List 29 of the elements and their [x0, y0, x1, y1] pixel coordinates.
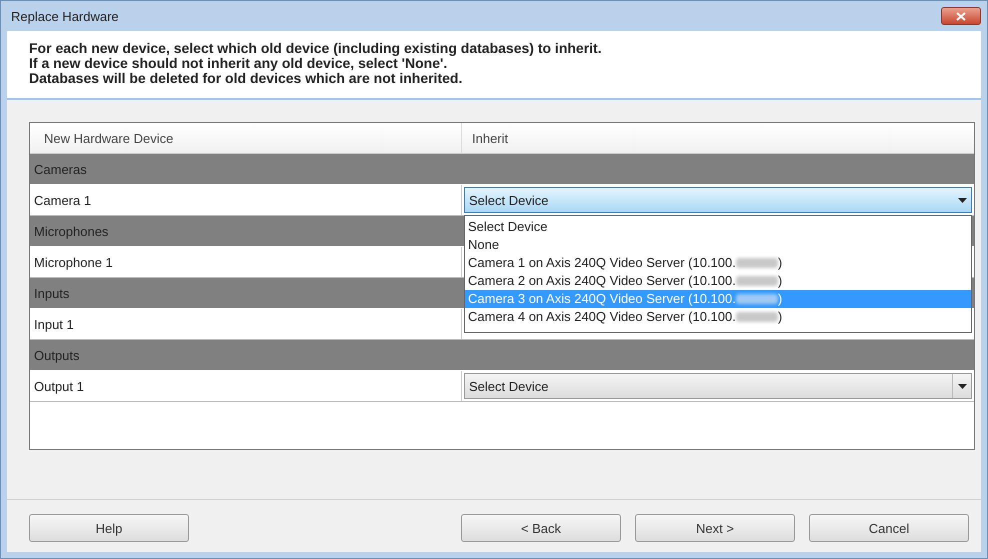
device-dropdown[interactable]: Select Device [464, 373, 972, 399]
table-cell: Microphone 1 [30, 247, 462, 277]
device-dropdown[interactable]: Select Device [464, 187, 972, 213]
table-cell: Input 1 [30, 309, 462, 339]
close-button[interactable] [941, 7, 981, 25]
close-icon [956, 12, 966, 20]
instruction-text: If a new device should not inherit any old device, select 'None'. [29, 56, 448, 71]
group-label: Microphones [34, 224, 108, 238]
help-button[interactable]: Help [29, 514, 189, 542]
group-label: Inputs [34, 286, 70, 300]
dropdown-option[interactable]: Camera 1 on Axis 240Q Video Server (10.100. ) [465, 254, 971, 272]
dropdown-option[interactable]: Camera 4 on Axis 240Q Video Server (10.100. ) [465, 308, 971, 326]
dropdown-option[interactable]: Camera 2 on Axis 240Q Video Server (10.100. ) [465, 272, 971, 290]
group-label: Outputs [34, 348, 80, 362]
instruction-text: Databases will be deleted for old devices which are not inherited. [29, 71, 464, 86]
dropdown-option[interactable]: None [465, 236, 971, 254]
column-header: New Hardware Device [30, 123, 462, 153]
instruction-text: For each new device, select which old device (including existing databases) to inherit. [29, 41, 603, 56]
caret-icon [958, 198, 966, 202]
dialog-button[interactable]: < Back [461, 514, 621, 542]
window-title: Replace Hardware [11, 8, 119, 24]
table-cell: Camera 1 [30, 185, 462, 215]
dialog-button[interactable]: Next > [635, 514, 795, 542]
caret-icon [958, 384, 966, 388]
dropdown-option[interactable]: Select Device [465, 218, 971, 236]
dialog-button[interactable]: Cancel [809, 514, 969, 542]
group-label: Cameras [34, 162, 87, 176]
table-cell: Output 1 [30, 371, 462, 401]
column-header: Inherit [471, 130, 510, 148]
